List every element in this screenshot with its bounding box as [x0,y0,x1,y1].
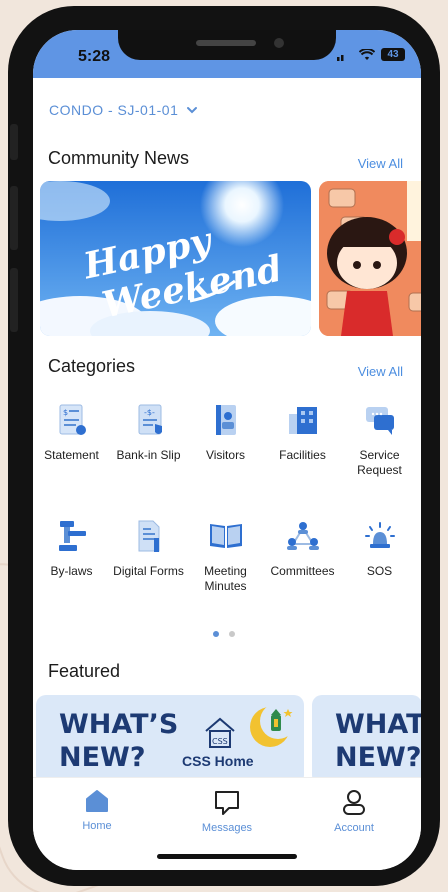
community-news-view-all[interactable]: View All [358,156,403,171]
featured-headline-2: WHAT NEW? [335,709,421,773]
category-label: Digital Forms [113,564,184,578]
tab-home[interactable]: Home [47,788,147,832]
category-label: Visitors [205,448,246,462]
status-time: 5:28 [78,48,111,65]
meeting-minutes-icon [209,524,242,548]
category-label: Service Request [357,448,402,477]
featured-card-whats-new[interactable]: WHAT’S NEW? CSS CSS Home [36,695,304,785]
battery-icon: 43 [381,48,405,61]
news-card-happy-weekend[interactable]: Happy Weekend [40,181,311,336]
happy-weekend-image: Happy Weekend [40,181,311,336]
unit-label: CONDO - SJ-01-01 [49,102,179,118]
news-card-2[interactable] [319,181,421,336]
digital-forms-icon [138,520,159,552]
category-label: By-laws [50,564,93,578]
category-meeting-minutes[interactable]: Meeting Minutes [187,518,264,594]
tab-messages[interactable]: Messages [177,788,277,834]
category-label: SOS [366,564,393,578]
tab-label: Messages [201,822,253,834]
category-digital-forms[interactable]: Digital Forms [110,518,187,594]
category-label: Meeting Minutes [204,564,247,593]
category-statement[interactable]: $ Statement [33,402,110,478]
css-home-logo-icon: CSS [205,717,235,748]
home-icon [86,790,108,812]
unit-selector[interactable]: CONDO - SJ-01-01 [49,102,198,118]
messages-icon [215,791,239,815]
facilities-icon [288,407,317,434]
featured-carousel[interactable]: WHAT’S NEW? CSS CSS Home WHAT NEW? [36,695,421,785]
category-label: Bank-in Slip [116,448,181,462]
category-facilities[interactable]: Facilities [264,402,341,478]
featured-card-2[interactable]: WHAT NEW? [312,695,421,785]
category-sos[interactable]: SOS [341,518,418,594]
category-label: Statement [44,448,99,462]
featured-brand: CSS Home [182,753,254,769]
tab-label: Account [334,822,374,834]
sos-icon [364,522,395,548]
category-committees[interactable]: Committees [264,518,341,594]
service-request-icon [365,407,394,435]
notch [118,30,336,60]
categories-title: Categories [48,356,136,376]
cartoon-girl-image [319,181,421,336]
visitors-icon [215,405,236,435]
categories-row-1: $ Statement -$- Bank-in Slip Visitors Fa… [33,402,421,478]
bylaws-icon [58,521,86,551]
category-visitors[interactable]: Visitors [187,402,264,478]
account-icon [343,790,365,815]
volume-up-button [10,186,18,250]
svg-text:$: $ [63,408,68,417]
tab-account[interactable]: Account [304,788,404,834]
news-carousel[interactable]: Happy Weekend [40,181,421,336]
category-by-laws[interactable]: By-laws [33,518,110,594]
statement-icon: $ [59,404,86,435]
category-service-request[interactable]: Service Request [341,402,418,478]
categories-row-2: By-laws Digital Forms Meeting Minutes Co… [33,518,421,594]
chevron-down-icon [187,107,198,114]
mute-switch [10,124,18,160]
featured-title: Featured [48,661,121,681]
home-indicator[interactable] [157,854,297,859]
featured-headline: WHAT’S NEW? [59,709,179,773]
pager-dot-2[interactable] [229,631,235,637]
bank-slip-icon: -$- [138,404,162,435]
category-label: Committees [270,564,335,578]
category-pager[interactable] [213,631,235,637]
community-news-title: Community News [48,148,190,168]
tab-label: Home [82,820,112,832]
svg-text:-$-: -$- [144,408,155,417]
category-label: Facilities [279,448,326,462]
categories-view-all[interactable]: View All [358,364,403,379]
app-screen: 5:28 43 CONDO - SJ-01-01 Community News … [33,30,421,870]
volume-down-button [10,268,18,332]
logo-text: CSS [212,737,228,746]
signal-icon [337,54,344,61]
committees-icon [286,522,319,550]
wifi-icon [359,48,375,60]
crescent-lantern-icon [250,703,296,747]
category-bank-in-slip[interactable]: -$- Bank-in Slip [110,402,187,478]
pager-dot-1[interactable] [213,631,219,637]
